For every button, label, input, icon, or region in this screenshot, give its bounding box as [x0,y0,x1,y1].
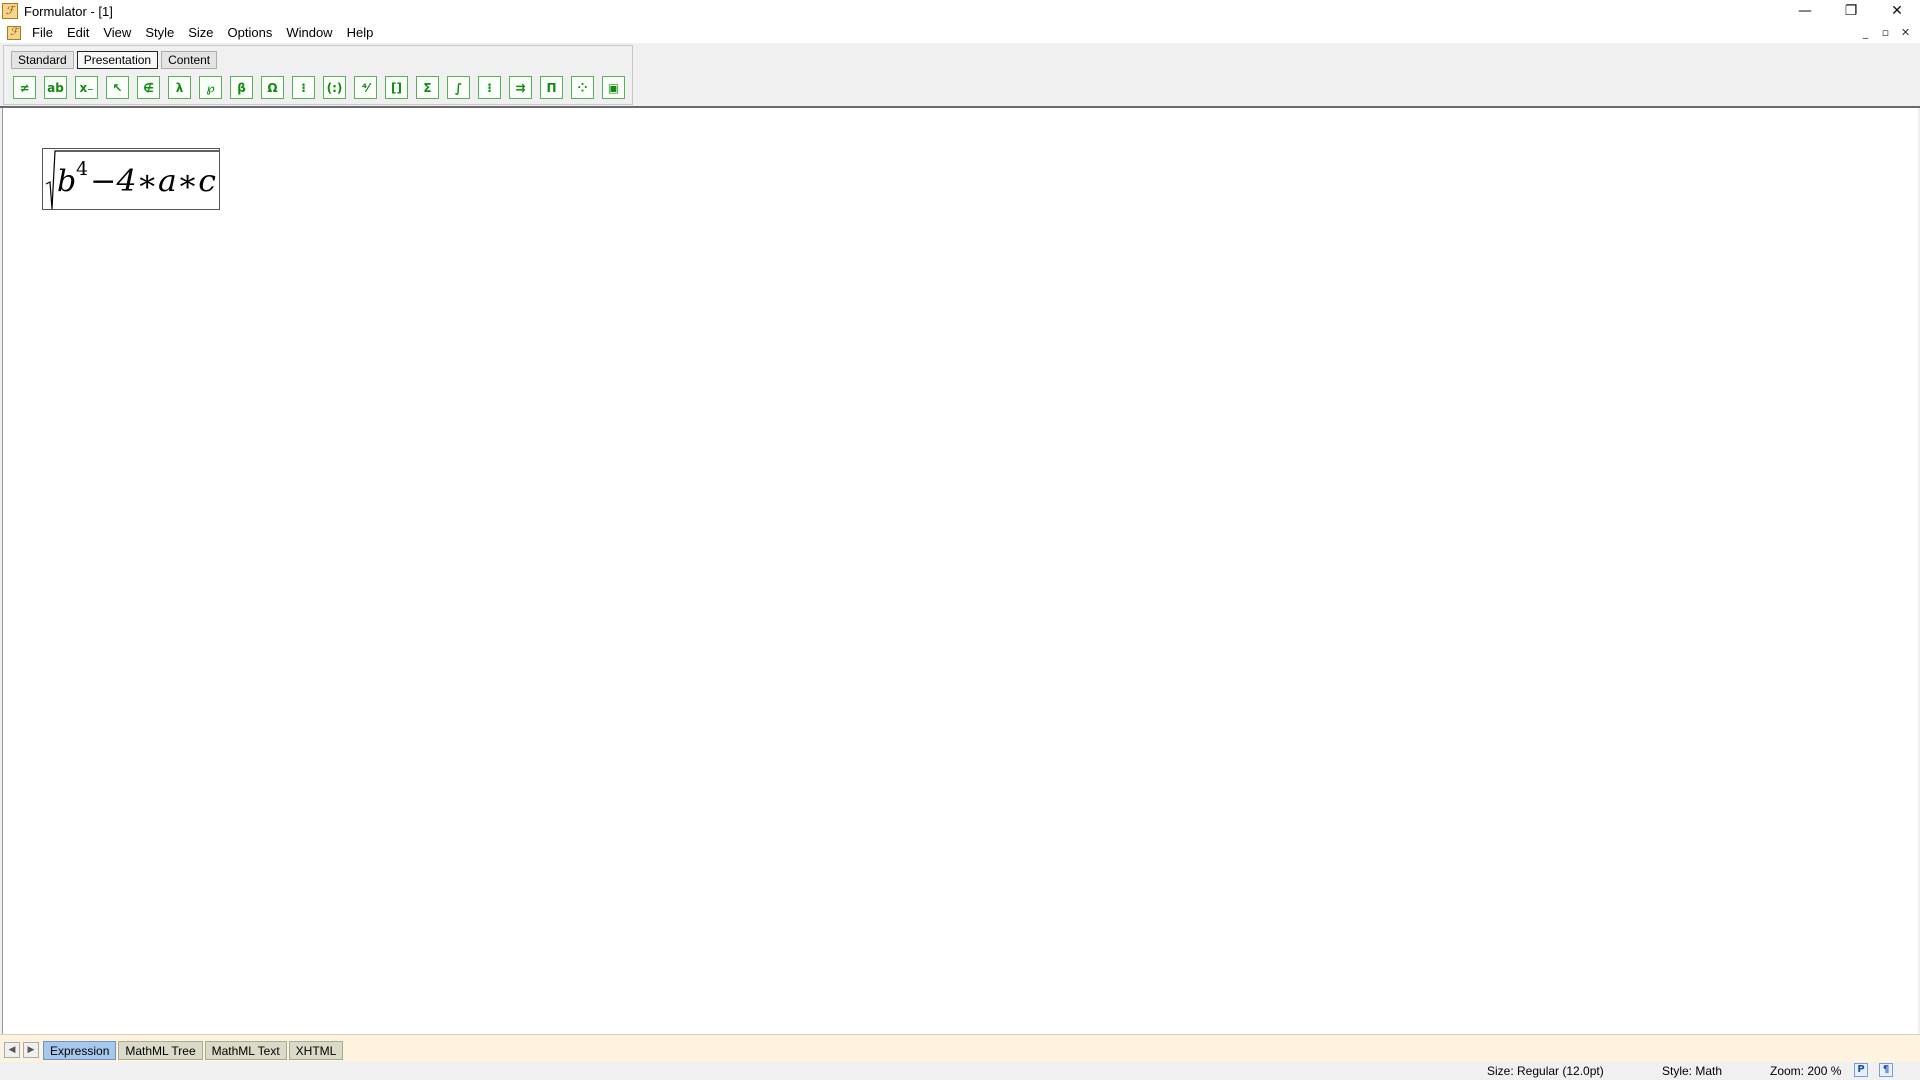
tab-expression[interactable]: Expression [43,1041,117,1060]
subscript-icon[interactable]: x₋ [75,76,98,99]
table-icon[interactable]: ⁘ [571,76,594,99]
tab-content[interactable]: Content [161,51,218,69]
not-equal-icon[interactable]: ≠ [13,76,36,99]
menu-window[interactable]: Window [279,25,339,40]
arrow-over-icon[interactable]: ⇉ [509,76,532,99]
fraction-icon[interactable]: ⁴⁄ [354,76,377,99]
tab-xhtml[interactable]: XHTML [288,1041,344,1060]
menu-view[interactable]: View [96,25,138,40]
superscript-box-icon[interactable]: [] [385,76,408,99]
tab-mathml-tree[interactable]: MathML Tree [118,1041,203,1060]
tab-mathml-text[interactable]: MathML Text [204,1041,287,1060]
doc-restore-icon[interactable]: ▫ [1877,24,1894,40]
formula-exponent: 4 [76,158,88,180]
status-style: Style: Math [1662,1064,1723,1078]
status-bar: Size: Regular (12.0pt) Style: Math Zoom:… [0,1062,1920,1080]
document-canvas[interactable]: b 4 −4∗a∗c [2,108,1918,1034]
menu-file[interactable]: File [25,25,60,40]
restore-icon[interactable]: ❐ [1828,0,1874,22]
document-menu-icon[interactable]: ℱ [7,25,21,40]
lambda-icon[interactable]: λ [168,76,191,99]
status-size: Size: Regular (12.0pt) [1487,1064,1604,1078]
menu-options[interactable]: Options [221,25,280,40]
palette-tabs: Standard Presentation Content [11,51,218,69]
status-zoom: Zoom: 200 % [1770,1064,1842,1078]
omega-icon[interactable]: Ω [261,76,284,99]
ab-icon[interactable]: ab [44,76,67,99]
minimize-icon[interactable]: — [1782,0,1828,22]
palette-panel: Standard Presentation Content ≠ ab x₋ ↖ ∉ λ ℘ β… [3,45,633,105]
view-tab-strip: ◀ ▶ Expression MathML Tree MathML Text XHTM… [0,1034,1920,1062]
paragraph-icon[interactable]: ¶ [1879,1063,1893,1077]
beta-icon[interactable]: β [230,76,253,99]
menu-help[interactable]: Help [340,25,381,40]
menu-edit[interactable]: Edit [60,25,96,40]
document-window-controls: _ ▫ ✕ [1857,24,1914,40]
product-icon[interactable]: Π [540,76,563,99]
not-element-icon[interactable]: ∉ [137,76,160,99]
parentheses-icon[interactable]: (:) [323,76,346,99]
tab-scroll-left-icon[interactable]: ◀ [4,1042,20,1058]
title-bar: ℱ Formulator - [1] — ❐ ✕ [0,0,1920,22]
formula-base: b [57,164,76,199]
frame-icon[interactable]: ▣ [602,76,625,99]
symbol-palette: ≠ ab x₋ ↖ ∉ λ ℘ β Ω ⁝ (:) ⁴⁄ [] Σ ∫ ⁝ ⇉ Π ⁘ ▣ [13,76,633,99]
close-icon[interactable]: ✕ [1874,0,1920,22]
script-icon[interactable]: ℘ [199,76,222,99]
p-mode-icon[interactable]: P [1854,1063,1868,1077]
arrow-icon[interactable]: ↖ [106,76,129,99]
tab-standard[interactable]: Standard [11,51,74,69]
view-tabs: Expression MathML Tree MathML Text XHTML [43,1041,345,1060]
formula-box[interactable]: b 4 −4∗a∗c [42,148,220,210]
doc-close-icon[interactable]: ✕ [1897,24,1914,40]
tab-presentation[interactable]: Presentation [76,51,159,69]
menu-size[interactable]: Size [181,25,220,40]
formula-rest: −4∗a∗c [90,164,216,199]
matrix-brackets-icon[interactable]: ⁝ [292,76,315,99]
window-title: Formulator - [1] [24,3,113,19]
tab-scroll-right-icon[interactable]: ▶ [23,1042,39,1058]
formula-render: b 4 −4∗a∗c [45,150,219,210]
underover-icon[interactable]: ⁝ [478,76,501,99]
toolbar-area: Standard Presentation Content ≠ ab x₋ ↖ ∉ λ ℘ β… [0,43,1920,108]
doc-minimize-icon[interactable]: _ [1857,24,1874,40]
menu-style[interactable]: Style [138,25,181,40]
app-logo-icon: ℱ [2,3,18,19]
window-controls: — ❐ ✕ [1782,0,1920,22]
integral-icon[interactable]: ∫ [447,76,470,99]
sum-icon[interactable]: Σ [416,76,439,99]
menu-bar: ℱ File Edit View Style Size Options Wind… [0,22,1920,43]
